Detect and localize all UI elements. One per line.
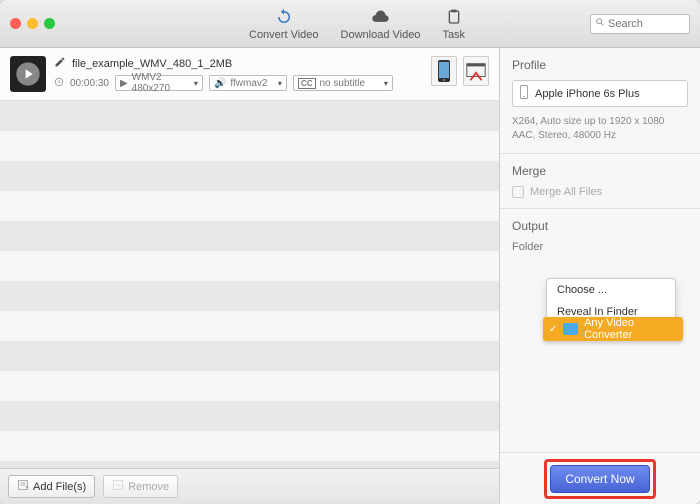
titlebar: Convert Video Download Video Task [0,0,700,48]
subtitle-value: no subtitle [320,78,366,89]
device-preview-icon[interactable] [431,56,457,86]
nav-task[interactable]: Task [442,7,465,41]
merge-heading: Merge [512,164,688,178]
nav-download-label: Download Video [341,29,421,41]
merge-section: Merge Merge All Files [500,154,700,209]
nav-convert-label: Convert Video [249,29,319,41]
output-folder-label: Folder [512,241,543,253]
maximize-icon[interactable] [44,18,55,29]
convert-highlight: Convert Now [544,459,655,499]
download-cloud-icon [370,7,390,27]
add-files-label: Add File(s) [33,481,86,493]
audio-dropdown[interactable]: 🔊 ffwmav2 [209,75,287,91]
menu-selected-label: Any Video Converter [584,317,677,341]
folder-icon [563,323,578,335]
profile-video-meta: X264, Auto size up to 1920 x 1080 [512,115,688,129]
profile-section: Profile Apple iPhone 6s Plus X264, Auto … [500,48,700,154]
remove-label: Remove [128,481,169,493]
file-list-empty [0,101,499,468]
audio-icon: 🔊 [214,78,226,89]
format-value: WMV2 480x270 [132,72,190,94]
phone-icon [519,85,529,102]
profile-device-label: Apple iPhone 6s Plus [535,88,640,100]
audio-value: ffwmav2 [230,78,267,89]
cc-icon: CC [298,78,316,89]
merge-label: Merge All Files [530,186,602,198]
search-icon [595,17,605,30]
file-name: file_example_WMV_480_1_2MB [72,58,232,70]
search-input[interactable] [608,18,678,30]
refresh-icon [274,7,294,27]
clipboard-icon [444,7,464,27]
menu-selected-folder[interactable]: Any Video Converter [543,317,683,341]
nav-download-video[interactable]: Download Video [341,7,421,41]
pencil-icon[interactable] [54,56,66,71]
clock-icon [54,77,64,90]
nav-convert-video[interactable]: Convert Video [249,7,319,41]
edit-clip-icon[interactable] [463,56,489,86]
close-icon[interactable] [10,18,21,29]
profile-audio-meta: AAC, Stereo, 48000 Hz [512,129,688,143]
merge-checkbox[interactable] [512,186,524,198]
output-section: Output Folder [500,209,700,263]
duration: 00:00:30 [70,78,109,89]
add-files-button[interactable]: Add File(s) [8,475,95,498]
menu-choose[interactable]: Choose ... [547,279,675,301]
profile-device-select[interactable]: Apple iPhone 6s Plus [512,80,688,107]
nav-task-label: Task [442,29,465,41]
merge-all-row[interactable]: Merge All Files [512,186,688,198]
convert-now-button[interactable]: Convert Now [550,465,649,493]
file-row[interactable]: file_example_WMV_480_1_2MB 00:00:30 ▶ WM… [0,48,499,101]
remove-icon [112,479,124,494]
profile-heading: Profile [512,58,688,72]
folder-context-menu: Choose ... Reveal In Finder Any Video Co… [546,278,676,324]
search-box[interactable] [590,14,690,34]
add-icon [17,479,29,494]
video-thumbnail[interactable] [10,56,46,92]
subtitle-dropdown[interactable]: CC no subtitle [293,75,393,91]
profile-meta: X264, Auto size up to 1920 x 1080 AAC, S… [512,115,688,143]
minimize-icon[interactable] [27,18,38,29]
video-format-icon: ▶ [120,78,128,89]
remove-button[interactable]: Remove [103,475,178,498]
format-dropdown[interactable]: ▶ WMV2 480x270 [115,75,203,91]
output-heading: Output [512,219,688,233]
